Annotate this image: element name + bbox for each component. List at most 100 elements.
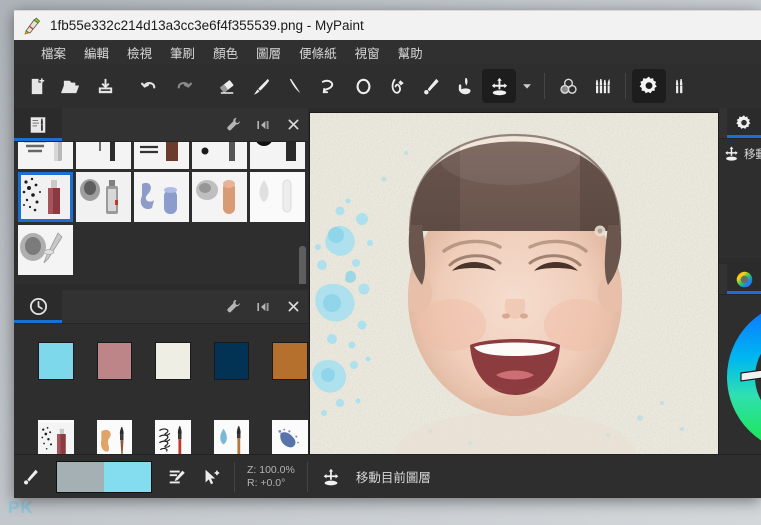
zoom-rotation-info: Z: 100.0% R: +0.0°: [241, 464, 301, 490]
rotation-label: R: +0.0°: [247, 476, 286, 489]
menu-scratchpad[interactable]: 便條紙: [290, 41, 346, 64]
mypaint-window: 1fb55e332c214d13a3cc3e6f4f355539.png - M…: [14, 10, 761, 498]
brush-airbrush[interactable]: [250, 172, 305, 222]
brush-scrollbar[interactable]: [299, 246, 306, 284]
swatch-ochre[interactable]: [272, 342, 308, 380]
brush-pencil[interactable]: [76, 142, 131, 169]
swatch-previous[interactable]: [57, 461, 104, 492]
brush-smudge-blue[interactable]: [134, 172, 189, 222]
collapse-panel-icon[interactable]: [248, 108, 278, 141]
preferences-gear-icon[interactable]: [632, 69, 666, 103]
eraser-icon[interactable]: [210, 69, 244, 103]
brush-spray-gray[interactable]: [76, 172, 131, 222]
close-panel-icon[interactable]: [278, 108, 308, 141]
color-picker-icon[interactable]: [14, 460, 48, 494]
work-area: 移動目前圖層: [14, 108, 761, 498]
palette-panel-header: [14, 290, 308, 324]
swatch-cream[interactable]: [155, 342, 191, 380]
recent-brush-blue-splat[interactable]: [272, 420, 308, 455]
brush-charcoal[interactable]: [18, 142, 73, 169]
ellipse-tool-icon[interactable]: [346, 69, 380, 103]
canvas-viewport[interactable]: [308, 108, 719, 460]
color-wheel-icon: [736, 271, 752, 287]
wrench-icon[interactable]: [218, 108, 248, 141]
swatch-rose[interactable]: [96, 342, 133, 380]
color-circles-icon[interactable]: [551, 69, 585, 103]
close-panel-icon[interactable]: [278, 290, 308, 323]
move-layer-icon[interactable]: [482, 69, 516, 103]
brush-marker[interactable]: [134, 142, 189, 169]
recent-brush-spray[interactable]: [38, 420, 74, 455]
brush-group-tab[interactable]: [14, 108, 62, 141]
color-wheel-header: [719, 264, 761, 295]
brush-blob[interactable]: [192, 142, 247, 169]
recent-brush-ink-drop[interactable]: [213, 420, 250, 455]
tool-options-label: 移動目前圖層: [744, 148, 761, 161]
title-bar[interactable]: 1fb55e332c214d13a3cc3e6f4f355539.png - M…: [14, 10, 761, 40]
brush-dot[interactable]: [250, 142, 305, 169]
color-swatch-pair[interactable]: [56, 460, 152, 493]
menu-bar: 檔案 編輯 檢視 筆刷 顏色 圖層 便條紙 視窗 幫助: [14, 40, 761, 64]
desktop-background: PK 1fb55e332c214d13a3cc3e6f4f355539.png …: [0, 0, 761, 525]
color-wheel-body[interactable]: [719, 295, 761, 455]
left-dock: [14, 108, 308, 455]
brush-finger[interactable]: [192, 172, 247, 222]
menu-view[interactable]: 檢視: [118, 41, 161, 64]
menu-layer[interactable]: 圖層: [247, 41, 290, 64]
move-layer-icon: [314, 460, 348, 494]
color-swatch-row: [14, 324, 308, 380]
recent-brush-scribble[interactable]: [155, 420, 191, 455]
window-title: 1fb55e332c214d13a3cc3e6f4f355539.png - M…: [50, 18, 364, 33]
save-file-icon[interactable]: [88, 69, 122, 103]
move-layer-icon: [725, 146, 738, 161]
menu-file[interactable]: 檔案: [32, 41, 75, 64]
redo-icon[interactable]: [166, 69, 200, 103]
palette-body: [14, 324, 308, 455]
chevron-down-icon[interactable]: [516, 69, 538, 103]
cursor-add-icon[interactable]: [194, 460, 228, 494]
color-wheel-panel: [719, 264, 761, 455]
brush-grid-body[interactable]: [14, 142, 308, 284]
curve-tool-icon[interactable]: [312, 69, 346, 103]
tool-options-tab[interactable]: [727, 108, 761, 138]
brush-group-icon: [30, 116, 46, 133]
menu-color[interactable]: 顏色: [204, 41, 247, 64]
color-picker-icon[interactable]: [414, 69, 448, 103]
swatch-current[interactable]: [104, 461, 151, 492]
brush-panel-header: [14, 108, 308, 142]
inking-tool-icon[interactable]: [380, 69, 414, 103]
watermark-text: PK: [8, 498, 34, 517]
tool-options-panel: 移動目前圖層: [719, 108, 761, 258]
drawing-canvas[interactable]: [309, 113, 718, 460]
color-wheel-tab[interactable]: [727, 264, 761, 294]
menu-edit[interactable]: 編輯: [75, 41, 118, 64]
menu-window[interactable]: 視窗: [346, 41, 389, 64]
paintbrush-icon[interactable]: [244, 69, 278, 103]
hsv-color-wheel: [727, 313, 761, 441]
status-bar: Z: 100.0% R: +0.0° 移動目前圖層: [14, 454, 761, 498]
brush-soft-pen[interactable]: [18, 225, 73, 275]
status-mode-text: 移動目前圖層: [355, 471, 431, 485]
open-file-icon[interactable]: [54, 69, 88, 103]
right-dock: 移動目前圖層: [719, 108, 761, 455]
swatch-cyan[interactable]: [38, 342, 74, 380]
wrench-icon[interactable]: [218, 290, 248, 323]
color-history-panel: [14, 290, 308, 455]
edit-line-icon[interactable]: [160, 460, 194, 494]
menu-brush[interactable]: 筆刷: [161, 41, 204, 64]
swatch-navy[interactable]: [213, 342, 250, 380]
menu-help[interactable]: 幫助: [389, 41, 432, 64]
zoom-label: Z: 100.0%: [247, 463, 295, 476]
new-file-icon[interactable]: [20, 69, 54, 103]
collapse-panel-icon[interactable]: [248, 290, 278, 323]
brush-settings-icon[interactable]: [666, 69, 700, 103]
brushes-icon[interactable]: [585, 69, 619, 103]
flood-fill-icon[interactable]: [448, 69, 482, 103]
history-tab[interactable]: [14, 290, 62, 323]
tool-options-body: 移動目前圖層: [719, 139, 761, 258]
main-toolbar: [14, 64, 761, 109]
brush-spray-red[interactable]: [18, 172, 73, 222]
line-tool-icon[interactable]: [278, 69, 312, 103]
undo-icon[interactable]: [132, 69, 166, 103]
recent-brush-watercolor[interactable]: [96, 420, 133, 455]
